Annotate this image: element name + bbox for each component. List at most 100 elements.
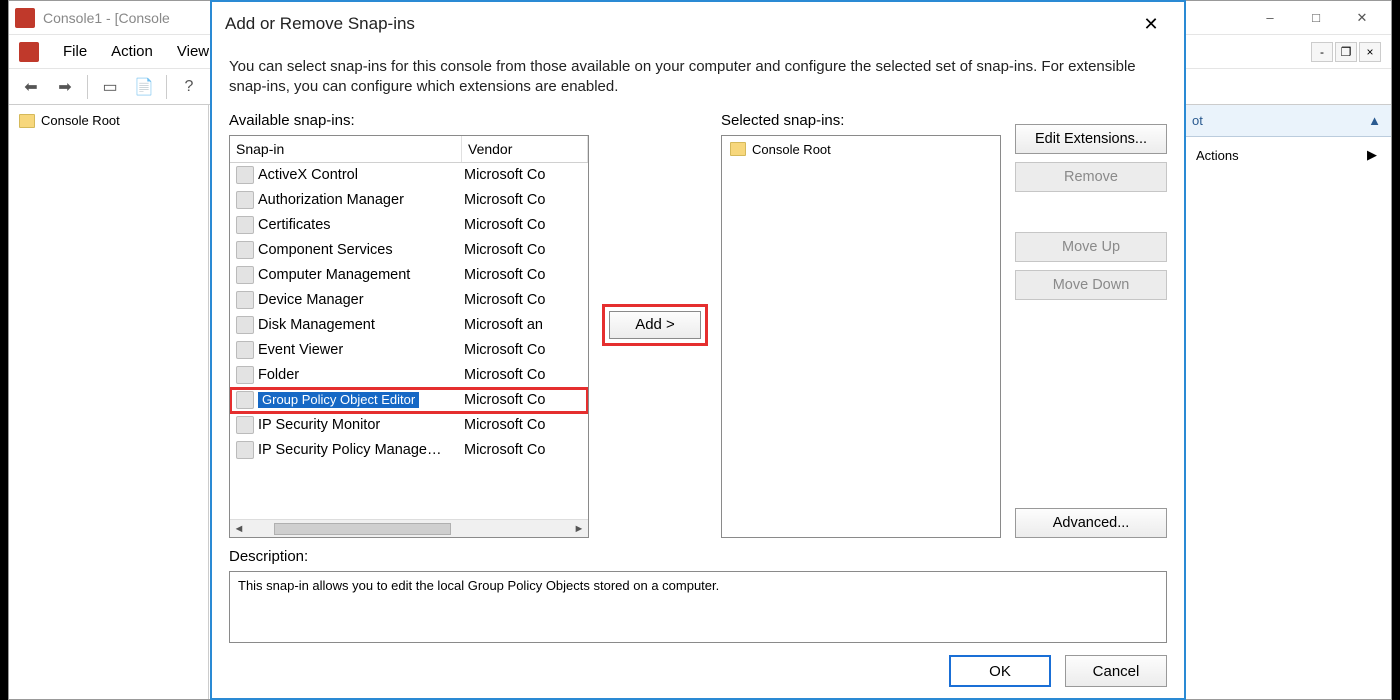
selected-item-label: Console Root [752, 142, 831, 157]
tree-pane[interactable]: Console Root [9, 105, 209, 699]
back-button[interactable]: ⬅ [17, 73, 45, 101]
tree-item-console-root[interactable]: Console Root [15, 111, 202, 130]
child-close-button[interactable]: × [1359, 42, 1381, 62]
column-header-vendor[interactable]: Vendor [462, 136, 588, 162]
selected-item-console-root[interactable]: Console Root [726, 140, 996, 159]
snapin-name: Certificates [258, 217, 464, 233]
snapin-name: Device Manager [258, 292, 464, 308]
add-button[interactable]: Add > [609, 311, 701, 339]
spacer [1015, 308, 1167, 501]
selected-column: Selected snap-ins: Console Root [721, 112, 1001, 539]
actions-more[interactable]: Actions ▶ [1182, 137, 1391, 173]
actions-header-label: ot [1192, 113, 1203, 128]
collapse-icon: ▲ [1368, 113, 1381, 128]
snapin-row[interactable]: FolderMicrosoft Co [230, 363, 588, 388]
snapin-row[interactable]: Component ServicesMicrosoft Co [230, 238, 588, 263]
column-header-snapin[interactable]: Snap-in [230, 136, 462, 162]
snapin-name: Component Services [258, 242, 464, 258]
snapin-icon [236, 241, 254, 259]
description-text: This snap-in allows you to edit the loca… [238, 578, 719, 593]
maximize-button[interactable]: □ [1293, 3, 1339, 33]
snapin-name: Event Viewer [258, 342, 464, 358]
description-label: Description: [229, 548, 1167, 565]
dialog-title: Add or Remove Snap-ins [225, 14, 1131, 34]
app-icon [15, 8, 35, 28]
cancel-button[interactable]: Cancel [1065, 655, 1167, 687]
move-down-button[interactable]: Move Down [1015, 270, 1167, 300]
snapin-row[interactable]: Device ManagerMicrosoft Co [230, 288, 588, 313]
child-minimize-button[interactable]: - [1311, 42, 1333, 62]
snapin-row[interactable]: Disk ManagementMicrosoft an [230, 313, 588, 338]
dialog-close-button[interactable]: ✕ [1131, 6, 1171, 42]
snapin-name: Authorization Manager [258, 192, 464, 208]
snapin-row[interactable]: ActiveX ControlMicrosoft Co [230, 163, 588, 188]
minimize-button[interactable]: – [1247, 3, 1293, 33]
scroll-thumb[interactable] [274, 523, 451, 535]
snapin-name: Computer Management [258, 267, 464, 283]
snapin-icon [236, 266, 254, 284]
move-up-button[interactable]: Move Up [1015, 232, 1167, 262]
show-hide-tree-button[interactable]: ▭ [96, 73, 124, 101]
list-rows[interactable]: ActiveX ControlMicrosoft CoAuthorization… [230, 163, 588, 519]
snapin-row[interactable]: Computer ManagementMicrosoft Co [230, 263, 588, 288]
snapin-name: Disk Management [258, 317, 464, 333]
spacer [1015, 200, 1167, 224]
child-restore-button[interactable]: ❐ [1335, 42, 1357, 62]
close-button[interactable]: ✕ [1339, 3, 1385, 33]
snapin-row[interactable]: CertificatesMicrosoft Co [230, 213, 588, 238]
snapin-row[interactable]: Authorization ManagerMicrosoft Co [230, 188, 588, 213]
forward-button[interactable]: ➡ [51, 73, 79, 101]
snapin-icon [236, 366, 254, 384]
snapin-vendor: Microsoft Co [464, 267, 588, 283]
advanced-button[interactable]: Advanced... [1015, 508, 1167, 538]
add-button-highlight: Add > [602, 304, 708, 346]
snapin-row[interactable]: Event ViewerMicrosoft Co [230, 338, 588, 363]
actions-pane: ot ▲ Actions ▶ [1181, 105, 1391, 699]
export-list-button[interactable]: 📄 [130, 73, 158, 101]
separator [166, 75, 167, 99]
snapin-vendor: Microsoft Co [464, 417, 588, 433]
snapin-vendor: Microsoft Co [464, 192, 588, 208]
snapin-icon [236, 191, 254, 209]
separator [87, 75, 88, 99]
snapin-vendor: Microsoft Co [464, 442, 588, 458]
snapin-icon [236, 216, 254, 234]
menu-action[interactable]: Action [99, 39, 165, 64]
available-column: Available snap-ins: Snap-in Vendor Activ… [229, 112, 589, 539]
folder-icon [19, 114, 35, 128]
buttons-column: Edit Extensions... Remove Move Up Move D… [1015, 112, 1167, 539]
snapin-row[interactable]: IP Security Policy Manage…Microsoft Co [230, 438, 588, 463]
snapin-row[interactable]: Group Policy Object EditorMicrosoft Co [230, 388, 588, 413]
dialog-titlebar: Add or Remove Snap-ins ✕ [211, 1, 1185, 47]
snapin-vendor: Microsoft Co [464, 392, 588, 408]
description-box: This snap-in allows you to edit the loca… [229, 571, 1167, 643]
dialog-columns: Available snap-ins: Snap-in Vendor Activ… [229, 112, 1167, 539]
snapin-row[interactable]: IP Security MonitorMicrosoft Co [230, 413, 588, 438]
edit-extensions-button[interactable]: Edit Extensions... [1015, 124, 1167, 154]
snapin-name: Group Policy Object Editor [258, 392, 464, 408]
available-listbox[interactable]: Snap-in Vendor ActiveX ControlMicrosoft … [229, 135, 589, 539]
horizontal-scrollbar[interactable]: ◄ ► [230, 519, 588, 537]
help-button[interactable]: ? [175, 73, 203, 101]
snapin-icon [236, 166, 254, 184]
app-icon [19, 42, 39, 62]
snapin-vendor: Microsoft an [464, 317, 588, 333]
folder-icon [730, 142, 746, 156]
scroll-track[interactable] [248, 522, 570, 536]
snapin-vendor: Microsoft Co [464, 217, 588, 233]
selected-listbox[interactable]: Console Root [721, 135, 1001, 539]
dialog-intro-text: You can select snap-ins for this console… [229, 57, 1167, 98]
snapin-icon [236, 316, 254, 334]
actions-header[interactable]: ot ▲ [1182, 105, 1391, 137]
actions-label: Actions [1196, 148, 1239, 163]
snapin-name: Folder [258, 367, 464, 383]
remove-button[interactable]: Remove [1015, 162, 1167, 192]
ok-button[interactable]: OK [949, 655, 1051, 687]
add-remove-snapins-dialog: Add or Remove Snap-ins ✕ You can select … [210, 0, 1186, 700]
scroll-right-icon[interactable]: ► [570, 523, 588, 535]
snapin-vendor: Microsoft Co [464, 167, 588, 183]
snapin-icon [236, 391, 254, 409]
scroll-left-icon[interactable]: ◄ [230, 523, 248, 535]
menu-file[interactable]: File [51, 39, 99, 64]
selected-label: Selected snap-ins: [721, 112, 1001, 129]
